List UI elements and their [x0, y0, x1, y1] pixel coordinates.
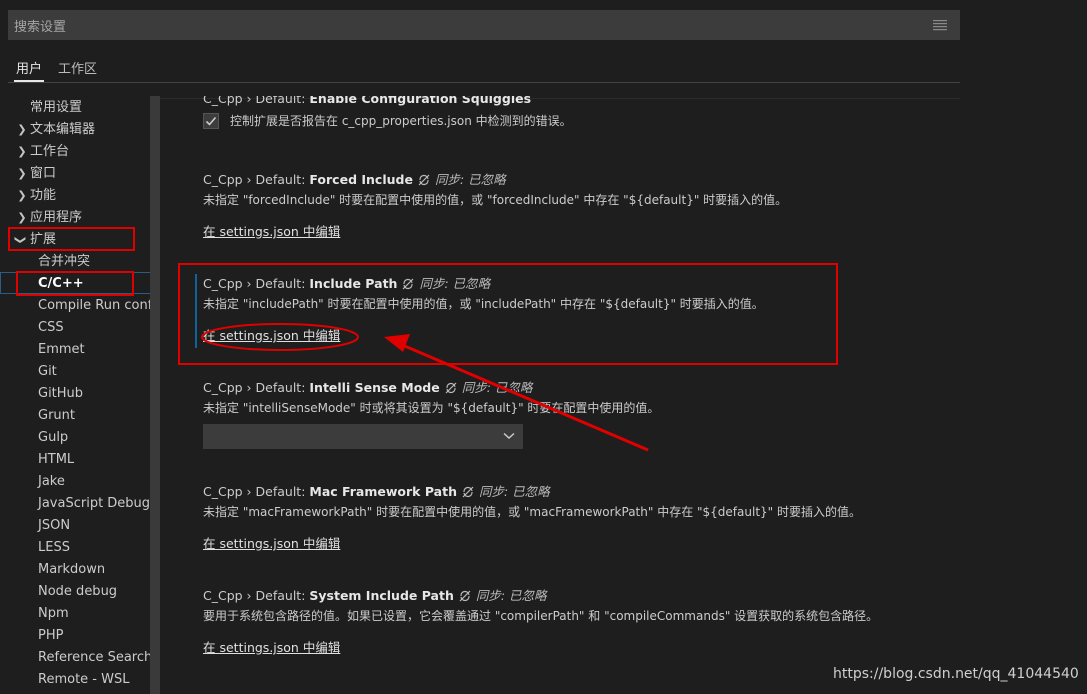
annotation-box-cpp	[16, 271, 134, 296]
toc-item-common[interactable]: 常用设置	[30, 97, 82, 119]
toc-item-text-editor[interactable]: ❯ 文本编辑器	[16, 119, 95, 141]
edit-in-settings-json-link[interactable]: 在 settings.json 中编辑	[203, 221, 340, 240]
settings-list: C_Cpp › Default: Enable Configuration Sq…	[160, 96, 1087, 694]
watermark: https://blog.csdn.net/qq_41044540	[833, 666, 1079, 682]
search-placeholder: 搜索设置	[14, 19, 67, 35]
toc-item-extension[interactable]: Git	[38, 361, 57, 383]
intelli-sense-mode-select[interactable]	[203, 424, 523, 449]
toc-item-application[interactable]: ❯ 应用程序	[16, 207, 82, 229]
setting-desc-intelli-sense-mode: 未指定 "intelliSenseMode" 时或将其设置为 "${defaul…	[203, 401, 660, 415]
setting-desc-forced-include: 未指定 "forcedInclude" 时要在配置中使用的值，或 "forced…	[203, 193, 788, 207]
setting-desc-system-include-path: 要用于系统包含路径的值。如果已设置，它会覆盖通过 "compilerPath" …	[203, 609, 879, 623]
toc-item-extension[interactable]: GitHub	[38, 383, 83, 405]
chevron-right-icon: ❯	[17, 123, 27, 136]
toc-item-extension[interactable]: Emmet	[38, 339, 85, 361]
toc-item-extension[interactable]: Npm	[38, 603, 69, 625]
toc-item-extension[interactable]: Markdown	[38, 559, 105, 581]
toc-item-extension[interactable]: PHP	[38, 625, 63, 647]
tab-user[interactable]: 用户	[13, 58, 45, 82]
toc-item-extension[interactable]: Node debug	[38, 581, 117, 603]
settings-search-input[interactable]: 搜索设置	[8, 10, 960, 40]
sync-ignored-icon	[459, 590, 471, 602]
annotation-box-include-path	[178, 263, 838, 365]
toc-item-extension[interactable]: JavaScript Debugger	[38, 493, 160, 515]
annotation-box-extensions	[8, 227, 135, 251]
toc-item-extension[interactable]: Gulp	[38, 427, 68, 449]
edit-in-settings-json-link[interactable]: 在 settings.json 中编辑	[203, 637, 340, 656]
setting-title-squiggles: C_Cpp › Default: Enable Configuration Sq…	[203, 96, 532, 106]
chevron-down-icon	[503, 432, 515, 439]
check-icon	[205, 116, 217, 126]
setting-desc-mac-framework-path: 未指定 "macFrameworkPath" 时要在配置中使用的值，或 "mac…	[203, 505, 861, 519]
toc-item-extension[interactable]: 合并冲突	[38, 251, 90, 273]
toc-item-extension[interactable]: JSON	[38, 515, 70, 537]
sync-ignored-icon	[418, 174, 430, 186]
toc-item-extension[interactable]: Jake	[38, 471, 65, 493]
settings-scope-tabs: 用户 工作区	[8, 50, 960, 83]
sync-ignored-icon	[445, 382, 457, 394]
toc-item-extension[interactable]: Compile Run confi...	[38, 295, 160, 317]
chevron-right-icon: ❯	[17, 167, 27, 180]
toc-item-extension[interactable]: HTML	[38, 449, 74, 471]
setting-desc-squiggles: 控制扩展是否报告在 c_cpp_properties.json 中检测到的错误。	[230, 114, 572, 128]
edit-in-settings-json-link[interactable]: 在 settings.json 中编辑	[203, 533, 340, 552]
squiggles-checkbox[interactable]	[203, 113, 219, 129]
settings-toc: 常用设置 ❯ 文本编辑器 ❯ 工作台 ❯ 窗口 ❯ 功能 ❯ 应用程序 ❯ 扩展 合并冲突 C…	[0, 96, 160, 694]
filter-list-icon[interactable]	[932, 18, 948, 32]
toc-item-workbench[interactable]: ❯ 工作台	[16, 141, 69, 163]
toc-item-window[interactable]: ❯ 窗口	[16, 163, 56, 185]
toc-scrollbar[interactable]	[150, 96, 160, 694]
tab-workspace[interactable]: 工作区	[58, 58, 97, 77]
toc-item-extension[interactable]: Grunt	[38, 405, 75, 427]
toc-item-extension[interactable]: CSS	[38, 317, 64, 339]
chevron-right-icon: ❯	[17, 211, 27, 224]
toc-item-extension[interactable]: Remote - WSL	[38, 669, 129, 691]
setting-title-system-include-path: C_Cpp › Default: System Include Path 同步: …	[203, 588, 547, 603]
setting-title-forced-include: C_Cpp › Default: Forced Include 同步: 已忽略	[203, 172, 506, 187]
toc-item-extension[interactable]: LESS	[38, 537, 70, 559]
setting-title-mac-framework-path: C_Cpp › Default: Mac Framework Path 同步: 已…	[203, 484, 550, 499]
setting-title-intelli-sense-mode: C_Cpp › Default: Intelli Sense Mode 同步: 已…	[203, 380, 533, 395]
chevron-right-icon: ❯	[17, 145, 27, 158]
chevron-right-icon: ❯	[17, 189, 27, 202]
toc-item-features[interactable]: ❯ 功能	[16, 185, 56, 207]
toc-item-extension[interactable]: Reference Search V...	[38, 647, 160, 669]
sync-ignored-icon	[462, 486, 474, 498]
